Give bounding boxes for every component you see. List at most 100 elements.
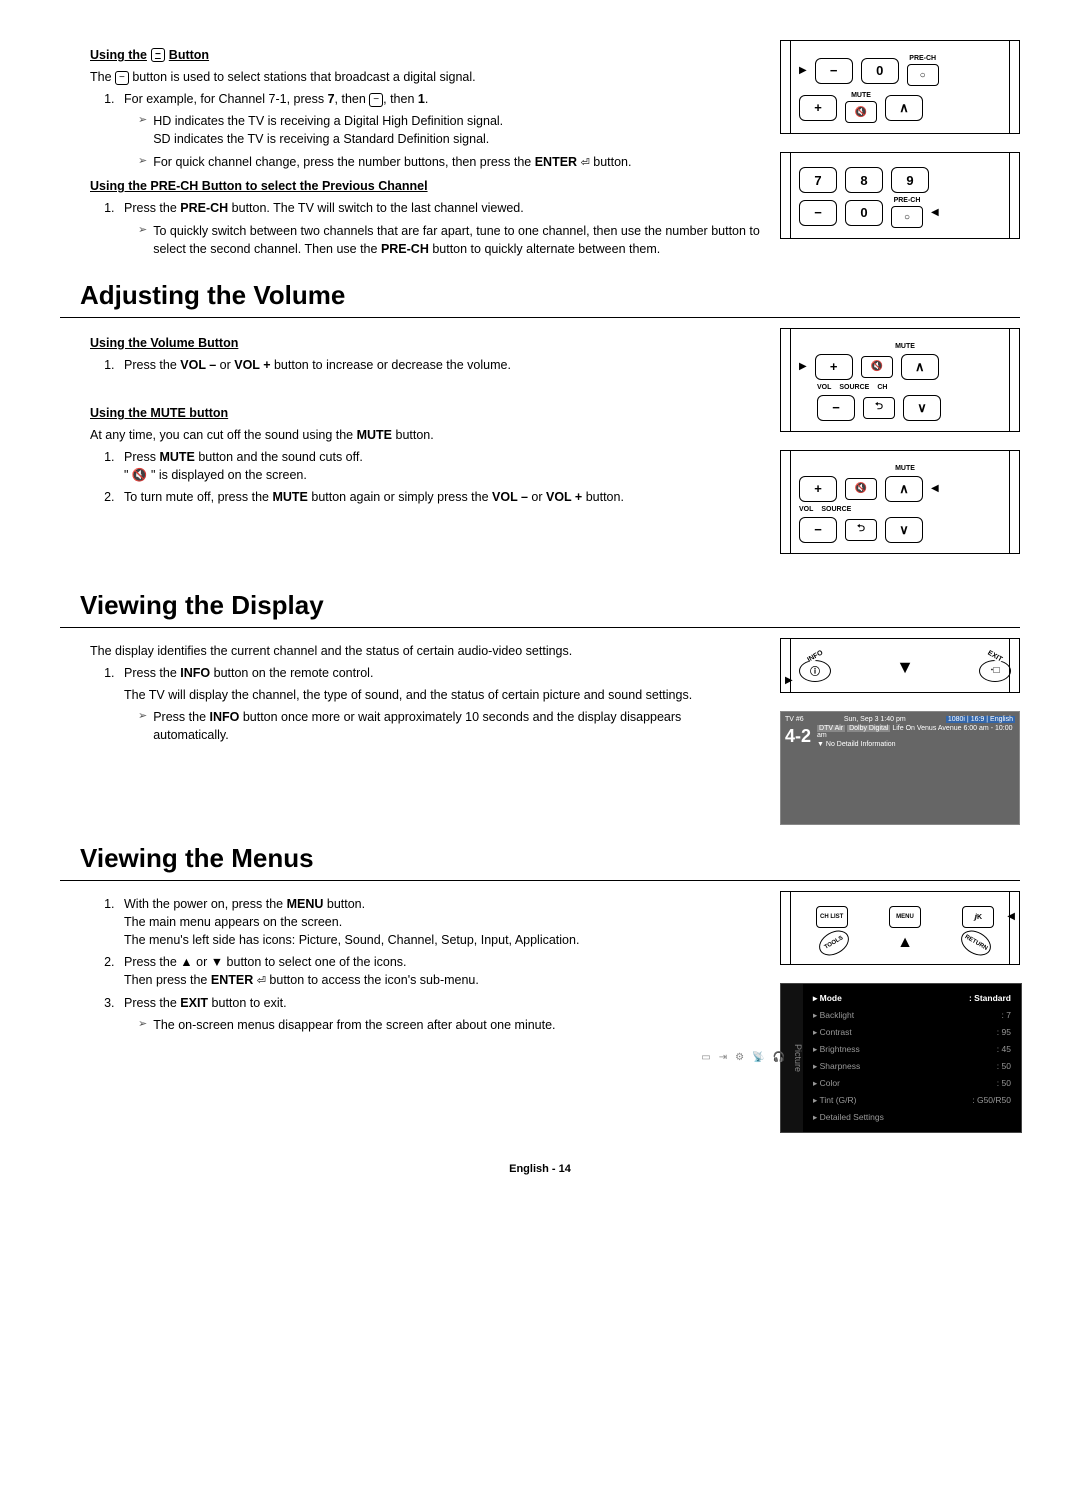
zero-button: 0 (845, 200, 883, 226)
divider (60, 317, 1020, 318)
subhead-mute-button: Using the MUTE button (90, 406, 760, 420)
num7-button: 7 (799, 167, 837, 193)
ch-down-button: ∨ (903, 395, 941, 421)
list-item: Press the EXIT button to exit. The on-sc… (118, 994, 760, 1034)
input-icon: ⇥ (719, 1052, 727, 1063)
list-item: For example, for Channel 7-1, press 7, t… (118, 90, 760, 171)
menu-row: ▸ ModeStandard (813, 990, 1011, 1007)
dash-key-icon: − (151, 48, 165, 62)
return-button: RETURN (956, 925, 995, 960)
remote-fig-2: 7 8 9 − 0 PRE-CH ○ ◀ (780, 152, 1020, 239)
list-item: With the power on, press the MENU button… (118, 895, 760, 949)
sound-icon: 🎧 (773, 1052, 785, 1063)
vol-plus-button: + (799, 95, 837, 121)
menu-row: ▸ Contrast95 (813, 1024, 1011, 1041)
pointer-icon: ▶ (799, 65, 807, 76)
sub-note: To quickly switch between two channels t… (138, 222, 760, 258)
dash-key-icon: − (115, 71, 129, 85)
sub-note: HD indicates the TV is receiving a Digit… (138, 112, 760, 148)
remote-fig-4: MUTE + 🔇 ∧ ◀ VOL SOURCE − ⮌ ∨ (780, 450, 1020, 554)
list-item: Press MUTE button and the sound cuts off… (118, 448, 760, 484)
dash-button: − (799, 200, 837, 226)
ik-button: ⅉK (962, 906, 994, 928)
remote-fig-6: CH LIST MENU ⅉK ◀ TOOLS ▲ RETURN (780, 891, 1020, 965)
setup-icon: ⚙ (735, 1052, 744, 1063)
num8-button: 8 (845, 167, 883, 193)
menu-osd-screenshot: Picture 🎧 📡 ⚙ ⇥ ▭ ▸ ModeStandard▸ Backli… (780, 983, 1022, 1133)
application-icon: ▭ (701, 1052, 710, 1063)
menu-row: ▸ Detailed Settings (813, 1109, 1011, 1126)
prech-label: PRE-CH (909, 55, 936, 62)
mute-label: MUTE (851, 92, 871, 99)
subhead-vol-button: Using the Volume Button (90, 336, 760, 350)
remote-fig-5: INFO ⓘ ▼ EXIT ⋅□ ▶ (780, 638, 1020, 693)
zero-button: 0 (861, 58, 899, 84)
ch-down-button: ∨ (885, 517, 923, 543)
menu-row: ▸ Tint (G/R)G50/R50 (813, 1092, 1011, 1109)
divider (60, 627, 1020, 628)
vol-plus-button: + (799, 476, 837, 502)
remote-fig-1: ▶ − 0 PRE-CH ○ + MUTE 🔇 ∧ (780, 40, 1020, 134)
ch-up-button: ∧ (901, 354, 939, 380)
source-button: ⮌ (863, 397, 895, 419)
channel-number: 4-2 (785, 726, 811, 747)
display-intro: The display identifies the current chann… (90, 642, 760, 660)
prech-label: PRE-CH (894, 197, 921, 204)
source-label: SOURCE (839, 384, 869, 391)
list-item: Press the PRE-CH button. The TV will swi… (118, 199, 760, 257)
ch-label: CH (877, 384, 887, 391)
mute-intro: At any time, you can cut off the sound u… (90, 426, 760, 444)
mute-button: 🔇 (845, 478, 877, 500)
list-item: Press the ▲ or ▼ button to select one of… (118, 953, 760, 990)
list-item: Press the INFO button on the remote cont… (118, 664, 760, 745)
menu-row: ▸ Sharpness50 (813, 1058, 1011, 1075)
dash-key-icon: − (369, 93, 383, 107)
mute-button: 🔇 (861, 356, 893, 378)
vol-label: VOL (799, 506, 813, 513)
mute-label: MUTE (895, 343, 915, 350)
chlist-button: CH LIST (816, 906, 848, 928)
sub-note: For quick channel change, press the numb… (138, 153, 760, 172)
menu-row: ▸ Brightness45 (813, 1041, 1011, 1058)
subhead-dash-button: Using the − Button (90, 48, 760, 62)
menu-row: ▸ Backlight7 (813, 1007, 1011, 1024)
divider (60, 880, 1020, 881)
section-title-volume: Adjusting the Volume (80, 280, 1020, 311)
prech-button: ○ (907, 64, 939, 86)
info-button: ⓘ (799, 660, 831, 682)
prech-button: ○ (891, 206, 923, 228)
sub-note: Press the INFO button once more or wait … (138, 708, 760, 744)
ch-up-button: ∧ (885, 95, 923, 121)
ch-up-button: ∧ (885, 476, 923, 502)
sub-note: The on-screen menus disappear from the s… (138, 1016, 760, 1034)
enter-icon: ⏎ (581, 156, 590, 172)
section-title-menus: Viewing the Menus (80, 843, 1020, 874)
remote-fig-3: MUTE ▶ + 🔇 ∧ VOL SOURCE CH − ⮌ ∨ (780, 328, 1020, 432)
mute-label: MUTE (895, 465, 915, 472)
intro-para: The − button is used to select stations … (90, 68, 760, 86)
pointer-icon: ◀ (931, 483, 939, 494)
tools-button: TOOLS (815, 925, 854, 960)
info-osd-screenshot: TV #6 Sun, Sep 3 1:40 pm 1080i | 16:9 | … (780, 711, 1020, 825)
pointer-icon: ◀ (931, 207, 939, 218)
page-footer: English - 14 (60, 1163, 1020, 1175)
mute-button: 🔇 (845, 101, 877, 123)
vol-plus-button: + (815, 354, 853, 380)
exit-button: ⋅□ (979, 660, 1011, 682)
pointer-icon: ▶ (785, 675, 793, 686)
vol-label: VOL (817, 384, 831, 391)
source-label: SOURCE (821, 506, 851, 513)
vol-minus-button: − (817, 395, 855, 421)
menu-row: ▸ Color50 (813, 1075, 1011, 1092)
enter-icon: ⏎ (257, 974, 266, 990)
channel-icon: 📡 (752, 1052, 764, 1063)
pointer-icon: ▶ (799, 361, 807, 372)
list-item: To turn mute off, press the MUTE button … (118, 488, 760, 506)
menu-button: MENU (889, 906, 921, 928)
source-button: ⮌ (845, 519, 877, 541)
vol-minus-button: − (799, 517, 837, 543)
dash-button: − (815, 58, 853, 84)
subhead-prech: Using the PRE-CH Button to select the Pr… (90, 179, 760, 193)
num9-button: 9 (891, 167, 929, 193)
list-item: Press the VOL – or VOL + button to incre… (118, 356, 760, 374)
